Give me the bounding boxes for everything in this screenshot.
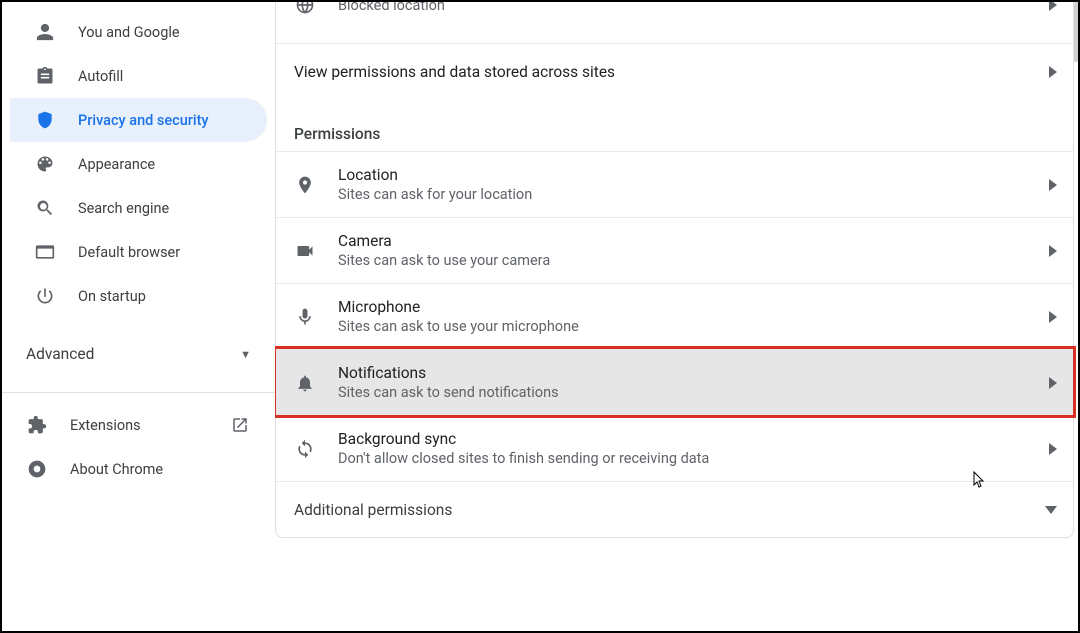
permission-row-camera[interactable]: Camera Sites can ask to use your camera bbox=[276, 217, 1073, 283]
row-title: Notifications bbox=[338, 364, 1049, 382]
sidebar-item-label: On startup bbox=[78, 288, 146, 305]
chevron-down-icon: ▼ bbox=[240, 348, 251, 361]
row-subtitle: Don't allow closed sites to finish sendi… bbox=[338, 450, 1049, 467]
settings-sidebar: You and Google Autofill Privacy and secu… bbox=[2, 2, 275, 631]
open-external-icon bbox=[229, 414, 251, 436]
chrome-icon bbox=[26, 458, 48, 480]
browser-icon bbox=[34, 241, 56, 263]
chevron-right-icon bbox=[1049, 245, 1057, 257]
chevron-right-icon bbox=[1049, 179, 1057, 191]
site-settings-card: Blocked location View permissions and da… bbox=[275, 2, 1074, 538]
permission-row-location[interactable]: Location Sites can ask for your location bbox=[276, 151, 1073, 217]
row-title: Microphone bbox=[338, 298, 1049, 316]
row-subtitle: Sites can ask for your location bbox=[338, 186, 1049, 203]
sidebar-item-privacy-security[interactable]: Privacy and security bbox=[10, 98, 267, 142]
sidebar-item-autofill[interactable]: Autofill bbox=[10, 54, 267, 98]
chevron-right-icon bbox=[1049, 377, 1057, 389]
row-title: Additional permissions bbox=[294, 501, 1045, 519]
sidebar-about-label: About Chrome bbox=[70, 461, 163, 478]
sidebar-item-search-engine[interactable]: Search engine bbox=[10, 186, 267, 230]
site-row-subtitle: Blocked location bbox=[338, 2, 1049, 14]
power-icon bbox=[34, 285, 56, 307]
scrollbar[interactable] bbox=[1074, 2, 1078, 62]
sidebar-item-label: Appearance bbox=[78, 156, 155, 173]
sidebar-item-appearance[interactable]: Appearance bbox=[10, 142, 267, 186]
sidebar-item-on-startup[interactable]: On startup bbox=[10, 274, 267, 318]
bell-icon bbox=[294, 372, 316, 394]
sidebar-advanced-label: Advanced bbox=[26, 345, 94, 363]
location-pin-icon bbox=[294, 174, 316, 196]
row-subtitle: Sites can ask to use your microphone bbox=[338, 318, 1049, 335]
sidebar-item-extensions[interactable]: Extensions bbox=[2, 403, 275, 447]
view-permissions-row[interactable]: View permissions and data stored across … bbox=[276, 43, 1073, 99]
globe-icon bbox=[294, 2, 316, 16]
row-subtitle: Sites can ask to send notifications bbox=[338, 384, 1049, 401]
sidebar-item-label: Privacy and security bbox=[78, 112, 209, 129]
palette-icon bbox=[34, 153, 56, 175]
permission-row-background-sync[interactable]: Background sync Don't allow closed sites… bbox=[276, 415, 1073, 481]
row-title: Location bbox=[338, 166, 1049, 184]
sync-icon bbox=[294, 438, 316, 460]
settings-content: Blocked location View permissions and da… bbox=[275, 2, 1078, 631]
chevron-down-icon bbox=[1045, 506, 1057, 514]
additional-permissions-row[interactable]: Additional permissions bbox=[276, 481, 1073, 537]
person-icon bbox=[34, 21, 56, 43]
shield-icon bbox=[34, 109, 56, 131]
row-title: Background sync bbox=[338, 430, 1049, 448]
row-title: Camera bbox=[338, 232, 1049, 250]
sidebar-item-default-browser[interactable]: Default browser bbox=[10, 230, 267, 274]
sidebar-divider bbox=[2, 392, 275, 393]
search-icon bbox=[34, 197, 56, 219]
site-row-blocked[interactable]: Blocked location bbox=[276, 2, 1073, 43]
sidebar-item-label: Search engine bbox=[78, 200, 169, 217]
chevron-right-icon bbox=[1049, 443, 1057, 455]
chevron-right-icon bbox=[1049, 311, 1057, 323]
sidebar-item-about-chrome[interactable]: About Chrome bbox=[2, 447, 275, 491]
chevron-right-icon bbox=[1049, 2, 1057, 11]
row-subtitle: Sites can ask to use your camera bbox=[338, 252, 1049, 269]
sidebar-advanced-toggle[interactable]: Advanced ▼ bbox=[2, 330, 275, 378]
permissions-heading: Permissions bbox=[276, 99, 1073, 151]
clipboard-icon bbox=[34, 65, 56, 87]
puzzle-icon bbox=[26, 414, 48, 436]
sidebar-item-label: Autofill bbox=[78, 68, 123, 85]
chevron-right-icon bbox=[1049, 66, 1057, 78]
sidebar-item-you-and-google[interactable]: You and Google bbox=[10, 10, 267, 54]
row-title: View permissions and data stored across … bbox=[294, 63, 1049, 81]
sidebar-extensions-label: Extensions bbox=[70, 417, 141, 434]
permission-row-notifications[interactable]: Notifications Sites can ask to send noti… bbox=[276, 349, 1073, 415]
camera-icon bbox=[294, 240, 316, 262]
permission-row-microphone[interactable]: Microphone Sites can ask to use your mic… bbox=[276, 283, 1073, 349]
sidebar-item-label: Default browser bbox=[78, 244, 180, 261]
sidebar-item-label: You and Google bbox=[78, 24, 180, 41]
microphone-icon bbox=[294, 306, 316, 328]
